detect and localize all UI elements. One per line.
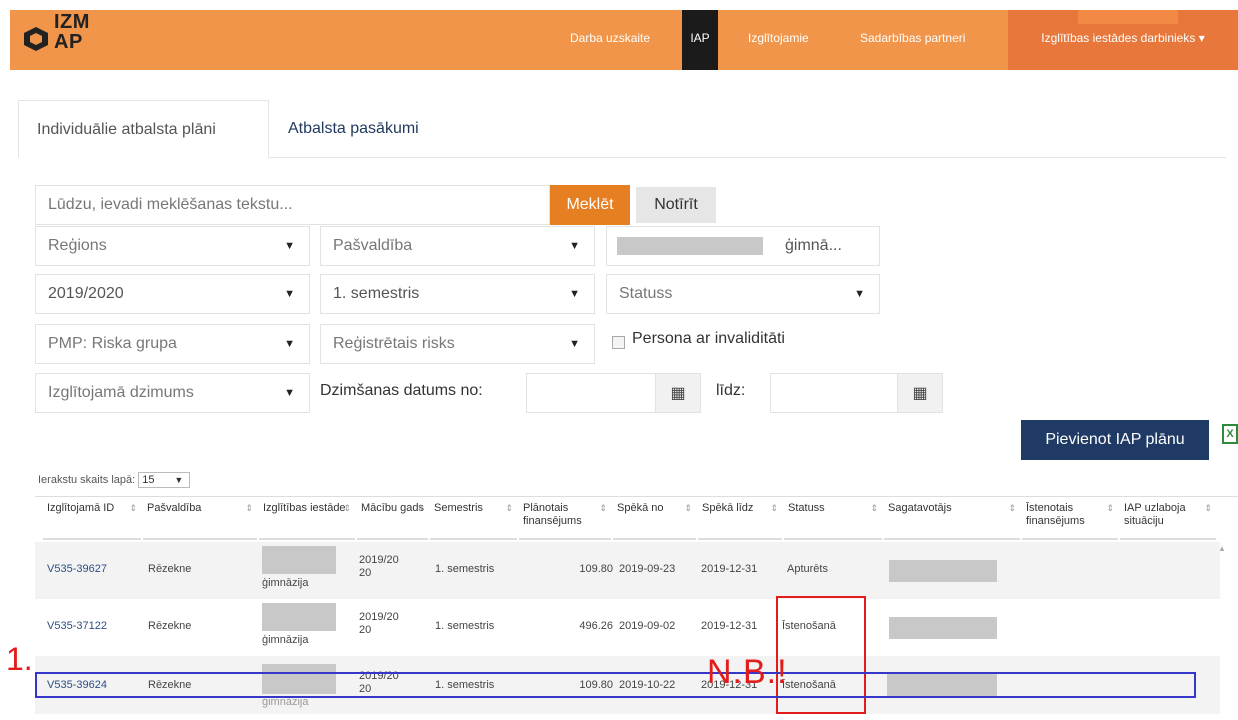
region-select[interactable]: Reģions ▼ [35, 226, 310, 266]
row-semester: 1. semestris [435, 620, 495, 632]
row-highlight-box [35, 672, 1196, 698]
col-header-year[interactable]: Mācību gads ⇕ [357, 496, 428, 540]
row-id-link[interactable]: V535-37122 [47, 620, 107, 633]
sort-icon: ⇕ [129, 503, 137, 513]
rows-per-page: Ierakstu skaits lapā: 15 ▼ [38, 472, 191, 488]
table-row[interactable]: V535-37122 Rēzekne ģimnāzija 2019/2020 1… [35, 599, 1220, 656]
redacted-area [262, 603, 336, 631]
caret-down-icon: ▼ [284, 387, 295, 399]
col-header-funding[interactable]: Plānotais finansējums ⇕ [519, 496, 611, 540]
row-to: 2019-12-31 [701, 620, 758, 632]
sort-icon: ⇕ [684, 503, 692, 513]
calendar-icon[interactable]: ▦ [897, 373, 943, 413]
sort-icon: ⇕ [245, 503, 253, 513]
redacted-area [262, 546, 336, 574]
col-header-improved[interactable]: IAP uzlaboja situāciju ⇕ [1120, 496, 1216, 540]
sort-icon: ⇕ [770, 503, 778, 513]
col-header-id[interactable]: Izglītojamā ID ⇕ [43, 496, 141, 540]
status-select[interactable]: Statuss ▼ [606, 274, 880, 314]
tab-support-measures[interactable]: Atbalsta pasākumi [270, 100, 437, 158]
sort-icon: ⇕ [505, 503, 513, 513]
gender-select[interactable]: Izglītojamā dzimums ▼ [35, 373, 310, 413]
logo[interactable]: IZM AP [18, 12, 118, 68]
sort-icon: ⇕ [1106, 503, 1114, 513]
birth-to-input[interactable] [770, 373, 898, 413]
row-year: 2019/2020 [359, 611, 399, 636]
row-from: 2019-09-02 [619, 620, 676, 632]
municipality-select[interactable]: Pašvaldība ▼ [320, 226, 595, 266]
institution-select[interactable]: ģimnā... [606, 226, 880, 266]
caret-down-icon: ▼ [569, 288, 580, 300]
row-funding: 109.80 [579, 563, 613, 575]
redacted-area [889, 617, 997, 639]
nav-darba-uzskaite[interactable]: Darba uzskaite [562, 10, 658, 70]
row-semester: 1. semestris [435, 563, 495, 575]
caret-down-icon: ▼ [174, 475, 184, 485]
birth-from-input[interactable] [526, 373, 656, 413]
col-header-author[interactable]: Sagatavotājs ⇕ [884, 496, 1020, 540]
col-header-semester[interactable]: Semestris ⇕ [430, 496, 517, 540]
marker-annotation: 1. [6, 641, 33, 677]
clear-button[interactable]: Notīrīt [636, 187, 716, 223]
col-header-actual-funding[interactable]: Īstenotais finansējums ⇕ [1022, 496, 1118, 540]
calendar-icon[interactable]: ▦ [655, 373, 701, 413]
search-input[interactable]: Lūdzu, ievadi meklēšanas tekstu... [35, 185, 550, 225]
caret-down-icon: ▼ [284, 240, 295, 252]
caret-down-icon: ▼ [284, 338, 295, 350]
sort-icon: ⇕ [1204, 503, 1212, 513]
logo-text: IZM AP [54, 11, 90, 53]
redacted-area [889, 560, 997, 582]
year-select[interactable]: 2019/2020 ▼ [35, 274, 310, 314]
col-header-municipality[interactable]: Pašvaldība ⇕ [143, 496, 257, 540]
tab-individual-plans[interactable]: Individuālie atbalsta plāni [18, 100, 269, 158]
sort-icon: ⇕ [870, 503, 878, 513]
birth-to-label: līdz: [716, 382, 746, 399]
sort-icon: ⇕ [416, 503, 424, 513]
sort-icon: ⇕ [343, 503, 351, 513]
top-navbar: IZM AP Darba uzskaite IAP Izglītojamie S… [10, 10, 1238, 70]
redacted-area [617, 237, 763, 255]
disability-checkbox[interactable] [612, 336, 625, 349]
search-button[interactable]: Meklēt [550, 185, 630, 225]
row-municipality: Rēzekne [148, 563, 192, 575]
col-header-institution[interactable]: Izglītības iestāde ⇕ [259, 496, 355, 540]
caret-down-icon: ▾ [1198, 31, 1205, 45]
row-year: 2019/2020 [359, 554, 399, 579]
nav-sadarbibas-partneri[interactable]: Sadarbības partneri [852, 10, 973, 70]
row-institution: ģimnāzija [262, 577, 309, 589]
col-header-from[interactable]: Spēkā no ⇕ [613, 496, 696, 540]
sort-icon: ⇕ [1008, 503, 1016, 513]
row-municipality: Rēzekne [148, 620, 192, 632]
nb-annotation: N.B.! [707, 653, 788, 691]
nav-izglitojamie[interactable]: Izglītojamie [740, 10, 817, 70]
redacted-area [1078, 10, 1178, 24]
user-menu[interactable]: Izglītības iestādes darbinieks ▾ [1008, 10, 1238, 70]
row-id-link[interactable]: V535-39627 [47, 563, 107, 576]
row-to: 2019-12-31 [701, 563, 758, 575]
pmp-select[interactable]: PMP: Riska grupa ▼ [35, 324, 310, 364]
risk-select[interactable]: Reģistrētais risks ▼ [320, 324, 595, 364]
col-header-status[interactable]: Statuss ⇕ [784, 496, 882, 540]
birth-from-label: Dzimšanas datums no: [320, 382, 483, 399]
excel-export-icon[interactable]: X [1222, 424, 1238, 444]
caret-down-icon: ▼ [569, 338, 580, 350]
nav-iap[interactable]: IAP [682, 10, 718, 70]
row-status: Apturēts [787, 563, 828, 575]
rows-per-page-select[interactable]: 15 ▼ [138, 472, 191, 488]
add-iap-plan-button[interactable]: Pievienot IAP plānu [1021, 420, 1209, 460]
table-row[interactable]: V535-39627 Rēzekne ģimnāzija 2019/2020 1… [35, 542, 1220, 599]
semester-select[interactable]: 1. semestris ▼ [320, 274, 595, 314]
caret-down-icon: ▼ [569, 240, 580, 252]
row-institution: ģimnāzija [262, 634, 309, 646]
col-header-to[interactable]: Spēkā līdz ⇕ [698, 496, 782, 540]
tab-bar: Individuālie atbalsta plāni Atbalsta pas… [18, 100, 1226, 158]
logo-mark-icon [24, 27, 48, 51]
row-funding: 496.26 [579, 620, 613, 632]
sort-icon: ⇕ [599, 503, 607, 513]
disability-label: Persona ar invaliditāti [632, 330, 785, 347]
caret-down-icon: ▼ [284, 288, 295, 300]
row-from: 2019-09-23 [619, 563, 676, 575]
caret-down-icon: ▼ [854, 288, 865, 300]
